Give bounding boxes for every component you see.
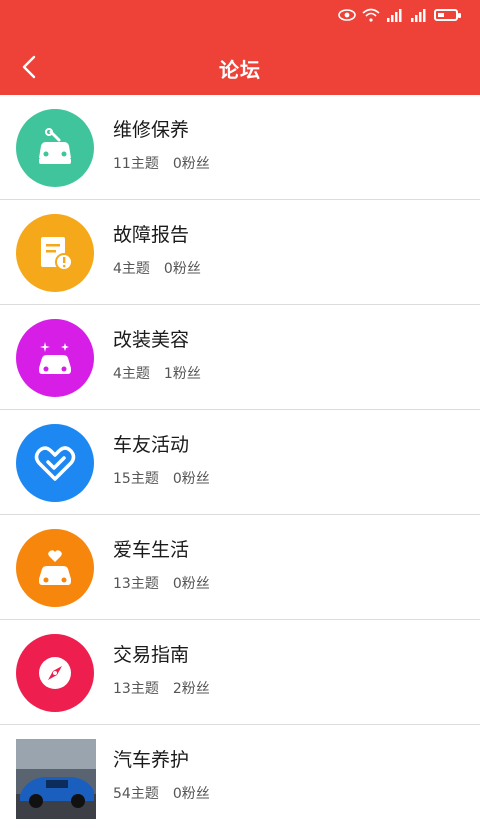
topic-count: 11主题 bbox=[113, 156, 159, 172]
heart-hands-icon bbox=[16, 424, 94, 502]
forum-stats: 54主题 0粉丝 bbox=[113, 783, 224, 803]
fan-count: 0粉丝 bbox=[172, 156, 210, 172]
forum-item[interactable]: 改装美容 4主题 1粉丝 bbox=[0, 305, 480, 410]
app-header: 论坛 bbox=[0, 0, 480, 95]
page-title: 论坛 bbox=[219, 58, 261, 82]
battery-icon bbox=[434, 9, 461, 21]
report-icon bbox=[16, 214, 94, 292]
topic-count: 13主题 bbox=[113, 681, 159, 697]
topic-count: 13主题 bbox=[113, 576, 159, 592]
forum-name: 车友活动 bbox=[113, 434, 190, 456]
forum-list: 维修保养 11主题 0粉丝 故障报告 4主题 0粉丝 改装美容 4主题 1粉丝 车友活… bbox=[0, 95, 480, 829]
forum-item[interactable]: 汽车养护 54主题 0粉丝 bbox=[0, 725, 480, 829]
wifi-icon bbox=[362, 8, 380, 22]
forum-item[interactable]: 维修保养 11主题 0粉丝 bbox=[0, 95, 480, 200]
forum-name: 故障报告 bbox=[113, 224, 190, 246]
forum-name: 汽车养护 bbox=[113, 749, 190, 771]
status-bar bbox=[338, 8, 461, 22]
fan-count: 0粉丝 bbox=[172, 471, 210, 487]
compass-icon bbox=[16, 634, 94, 712]
forum-stats: 4主题 1粉丝 bbox=[113, 363, 215, 383]
signal-icon bbox=[387, 9, 402, 22]
forum-item[interactable]: 交易指南 13主题 2粉丝 bbox=[0, 620, 480, 725]
forum-stats: 11主题 0粉丝 bbox=[113, 153, 224, 173]
forum-stats: 15主题 0粉丝 bbox=[113, 468, 224, 488]
topic-count: 4主题 bbox=[113, 261, 150, 277]
forum-stats: 13主题 2粉丝 bbox=[113, 678, 224, 698]
fan-count: 0粉丝 bbox=[172, 576, 210, 592]
fan-count: 1粉丝 bbox=[163, 366, 201, 382]
car-repair-icon bbox=[16, 109, 94, 187]
sparkle-car-icon bbox=[16, 319, 94, 397]
signal-icon bbox=[411, 9, 426, 22]
topic-count: 15主题 bbox=[113, 471, 159, 487]
fan-count: 2粉丝 bbox=[172, 681, 210, 697]
forum-stats: 4主题 0粉丝 bbox=[113, 258, 215, 278]
forum-item[interactable]: 故障报告 4主题 0粉丝 bbox=[0, 200, 480, 305]
eye-icon bbox=[338, 9, 356, 21]
fan-count: 0粉丝 bbox=[163, 261, 201, 277]
forum-name: 维修保养 bbox=[113, 119, 190, 141]
topic-count: 4主题 bbox=[113, 366, 150, 382]
forum-item[interactable]: 车友活动 15主题 0粉丝 bbox=[0, 410, 480, 515]
forum-name: 爱车生活 bbox=[113, 539, 190, 561]
forum-name: 改装美容 bbox=[113, 329, 190, 351]
forum-stats: 13主题 0粉丝 bbox=[113, 573, 224, 593]
car-photo bbox=[16, 739, 96, 819]
forum-name: 交易指南 bbox=[113, 644, 190, 666]
forum-item[interactable]: 爱车生活 13主题 0粉丝 bbox=[0, 515, 480, 620]
car-heart-icon bbox=[16, 529, 94, 607]
